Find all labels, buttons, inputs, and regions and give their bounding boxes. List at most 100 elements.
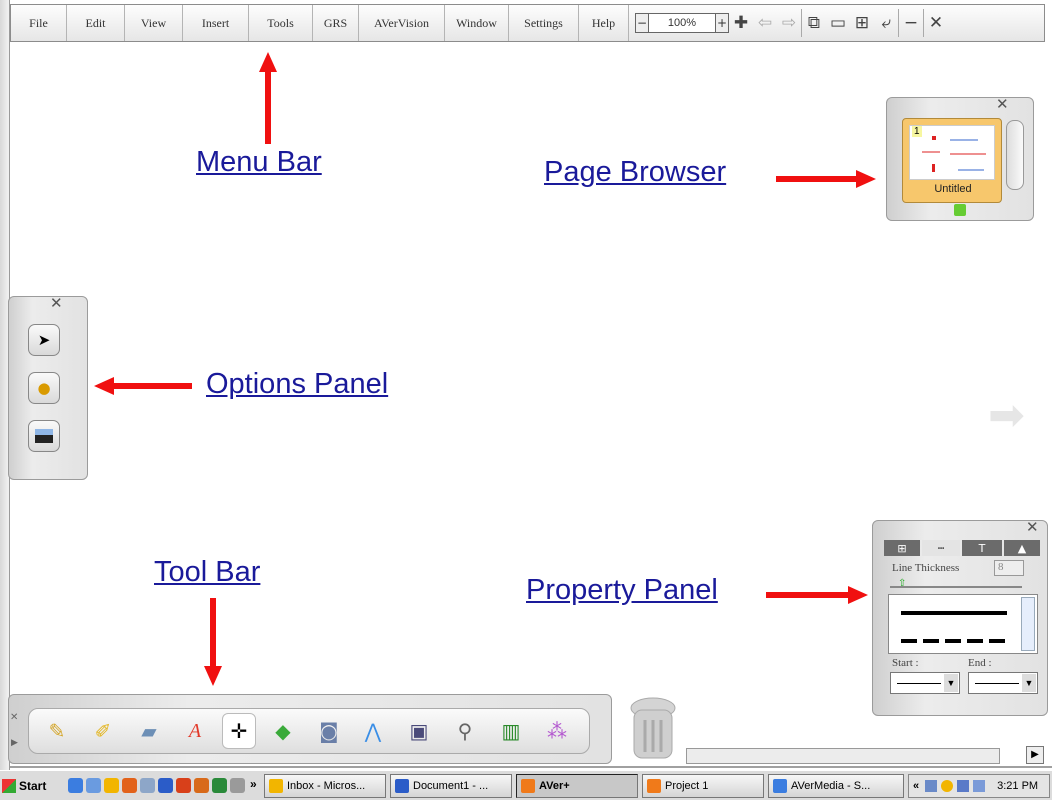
task-label: Document1 - ... (413, 780, 489, 792)
page-number: 1 (912, 126, 922, 137)
end-label: End : (968, 657, 992, 669)
menu-help[interactable]: Help (579, 5, 629, 41)
ie-icon[interactable] (68, 778, 83, 793)
arrow-head (204, 666, 222, 686)
zoom-out-button[interactable]: − (635, 13, 649, 33)
next-page-arrow-icon[interactable]: ➡ (988, 390, 1025, 441)
monitor-icon[interactable]: ▭ (826, 8, 850, 38)
back-arrow-icon[interactable]: ⇦ (753, 8, 777, 38)
slider-thumb[interactable]: ⇧ (898, 578, 906, 589)
window-icon[interactable]: ⧉ (802, 8, 826, 38)
tray-app-icon[interactable] (941, 780, 954, 792)
start-button[interactable]: start (2, 774, 62, 798)
line-style-tab-icon[interactable]: ┅ (922, 540, 960, 556)
screen-shade-icon[interactable] (28, 420, 60, 452)
line-style-dashed[interactable] (901, 639, 1007, 643)
powerpoint-icon[interactable] (194, 778, 209, 793)
word-icon (395, 779, 409, 793)
ql-app-icon[interactable] (86, 778, 101, 793)
scroll-right-icon[interactable]: ▶ (1026, 746, 1044, 764)
word-icon[interactable] (158, 778, 173, 793)
ql-app-icon[interactable] (230, 778, 245, 793)
grid-tab-icon[interactable]: ⊞ (884, 540, 920, 556)
pointer-move-icon[interactable]: ➤ (28, 324, 60, 356)
task-document[interactable]: Document1 - ... (390, 774, 512, 798)
ql-app-icon[interactable] (176, 778, 191, 793)
ie-icon (773, 779, 787, 793)
trash-can-icon[interactable] (628, 696, 678, 762)
shapes-icon[interactable]: ◆ (266, 713, 300, 749)
firefox-icon[interactable] (122, 778, 137, 793)
tray-app-icon[interactable] (973, 780, 986, 792)
list-scrollbar[interactable] (1021, 597, 1035, 651)
tray-expand-icon[interactable]: « (913, 780, 919, 792)
document-camera-icon[interactable]: ⚲ (448, 713, 482, 749)
zoom-in-small-button[interactable]: + (715, 13, 729, 33)
close-icon[interactable]: ✕ (996, 95, 1009, 113)
close-icon[interactable]: ✕ (50, 294, 63, 312)
line-style-list[interactable] (888, 594, 1038, 654)
arrow-left-options (112, 383, 192, 389)
arrow-down-toolbar (210, 598, 216, 668)
menu-avervision[interactable]: AVerVision (359, 5, 445, 41)
toolbar-close-icon[interactable]: ✕ (10, 712, 18, 723)
start-arrow-select[interactable]: ▼ (890, 672, 960, 694)
menu-file[interactable]: File (11, 5, 67, 41)
arrow-head (259, 52, 277, 72)
windows-logo-icon (2, 779, 16, 793)
minimize-icon[interactable]: − (899, 8, 923, 38)
network-icon[interactable] (957, 780, 970, 792)
move-icon[interactable]: ✛ (222, 713, 256, 749)
close-icon[interactable]: ✕ (1026, 518, 1039, 536)
menu-view[interactable]: View (125, 5, 183, 41)
chevron-down-icon[interactable]: ▼ (944, 674, 958, 692)
page-preview: 1 (909, 125, 995, 180)
menu-settings[interactable]: Settings (509, 5, 579, 41)
camera-capture-icon[interactable]: ◙ (312, 713, 346, 749)
clock[interactable]: 3:21 PM (997, 780, 1038, 792)
task-project[interactable]: Project 1 (642, 774, 764, 798)
volume-icon[interactable] (925, 780, 938, 792)
line-icon[interactable]: ⋀ (356, 713, 390, 749)
pen-icon[interactable]: ✎ (40, 713, 74, 749)
ql-app-icon[interactable] (104, 778, 119, 793)
text-icon[interactable]: A (178, 713, 212, 749)
page-thumbnail[interactable]: 1 Untitled (902, 118, 1002, 203)
shape-tab-icon[interactable]: ▲ (1004, 540, 1040, 556)
chart-icon[interactable]: ▥ (494, 713, 528, 749)
zoom-in-icon[interactable]: ✚ (729, 8, 753, 38)
photo-icon[interactable]: ▣ (402, 713, 436, 749)
task-aver[interactable]: AVer+ (516, 774, 638, 798)
highlighter-icon[interactable]: ✐ (86, 713, 120, 749)
flashlight-icon[interactable]: ● (28, 372, 60, 404)
menu-window[interactable]: Window (445, 5, 509, 41)
horizontal-scrollbar[interactable] (686, 748, 1000, 764)
forward-arrow-icon[interactable]: ⇨ (777, 8, 801, 38)
menu-tools[interactable]: Tools (249, 5, 313, 41)
menu-grs[interactable]: GRS (313, 5, 359, 41)
task-inbox[interactable]: Inbox - Micros... (264, 774, 386, 798)
grid-icon[interactable]: ⊞ (850, 8, 874, 38)
eraser-icon[interactable]: ▰ (132, 713, 166, 749)
quicklaunch-overflow[interactable]: » (250, 777, 257, 791)
line-style-solid[interactable] (901, 611, 1007, 615)
text-tab-icon[interactable]: T (962, 540, 1002, 556)
page-name: Untitled (934, 183, 972, 195)
task-avermedia[interactable]: AVerMedia - S... (768, 774, 904, 798)
end-arrow-select[interactable]: ▼ (968, 672, 1038, 694)
menu-insert[interactable]: Insert (183, 5, 249, 41)
gallery-icon[interactable]: ⁂ (540, 713, 574, 749)
chevron-down-icon[interactable]: ▼ (1022, 674, 1036, 692)
close-icon[interactable]: ✕ (924, 8, 948, 38)
zoom-value[interactable]: 100% (649, 13, 715, 33)
outlook-icon (269, 779, 283, 793)
undo-icon[interactable]: ⤶ (874, 8, 898, 38)
excel-icon[interactable] (212, 778, 227, 793)
page-browser-scrollbar[interactable] (1006, 120, 1024, 190)
ql-app-icon[interactable] (140, 778, 155, 793)
line-thickness-slider[interactable] (890, 586, 1022, 588)
line-thickness-field[interactable]: 8 (994, 560, 1024, 576)
add-page-icon[interactable] (954, 204, 966, 216)
menu-edit[interactable]: Edit (67, 5, 125, 41)
toolbar-expand-icon[interactable]: ▶ (11, 738, 18, 748)
